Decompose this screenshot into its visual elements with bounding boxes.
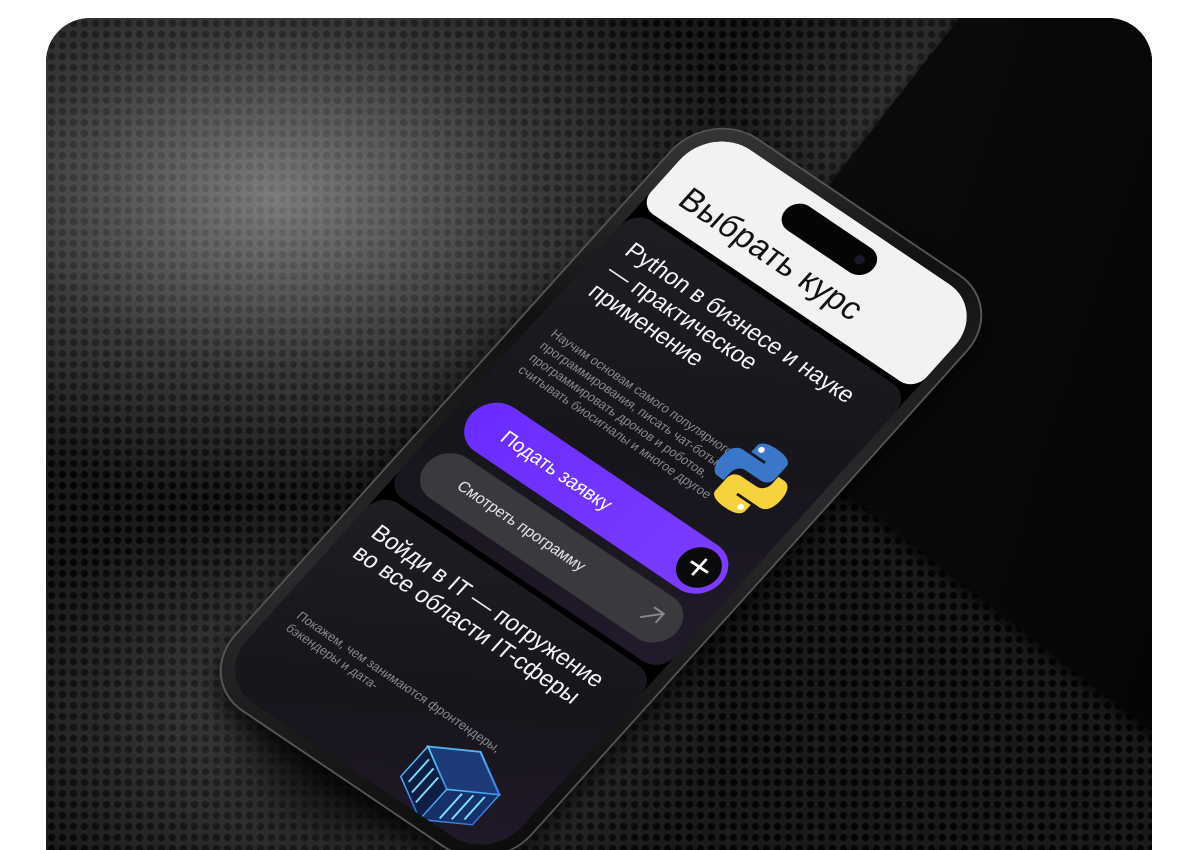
photo-frame: Выбрать курс Python в бизнесе и науке — … [46,18,1152,850]
camera-icon [852,253,867,267]
arrow-up-right-icon [640,606,666,624]
plus-icon: + [666,539,732,596]
